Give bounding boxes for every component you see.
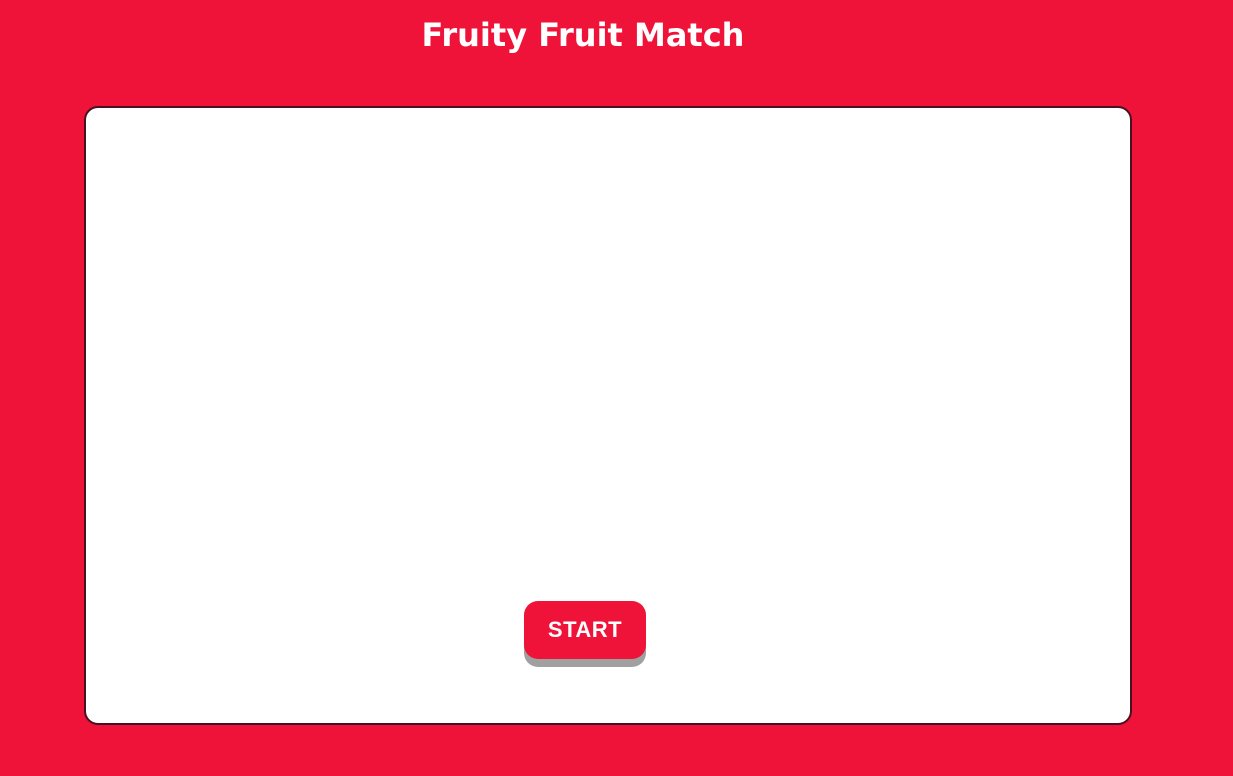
- game-board: START: [84, 106, 1132, 725]
- game-page: { "header": { "title": "Fruity Fruit Mat…: [0, 0, 1233, 776]
- game-title: Fruity Fruit Match: [421, 16, 745, 54]
- start-button[interactable]: START: [524, 601, 646, 659]
